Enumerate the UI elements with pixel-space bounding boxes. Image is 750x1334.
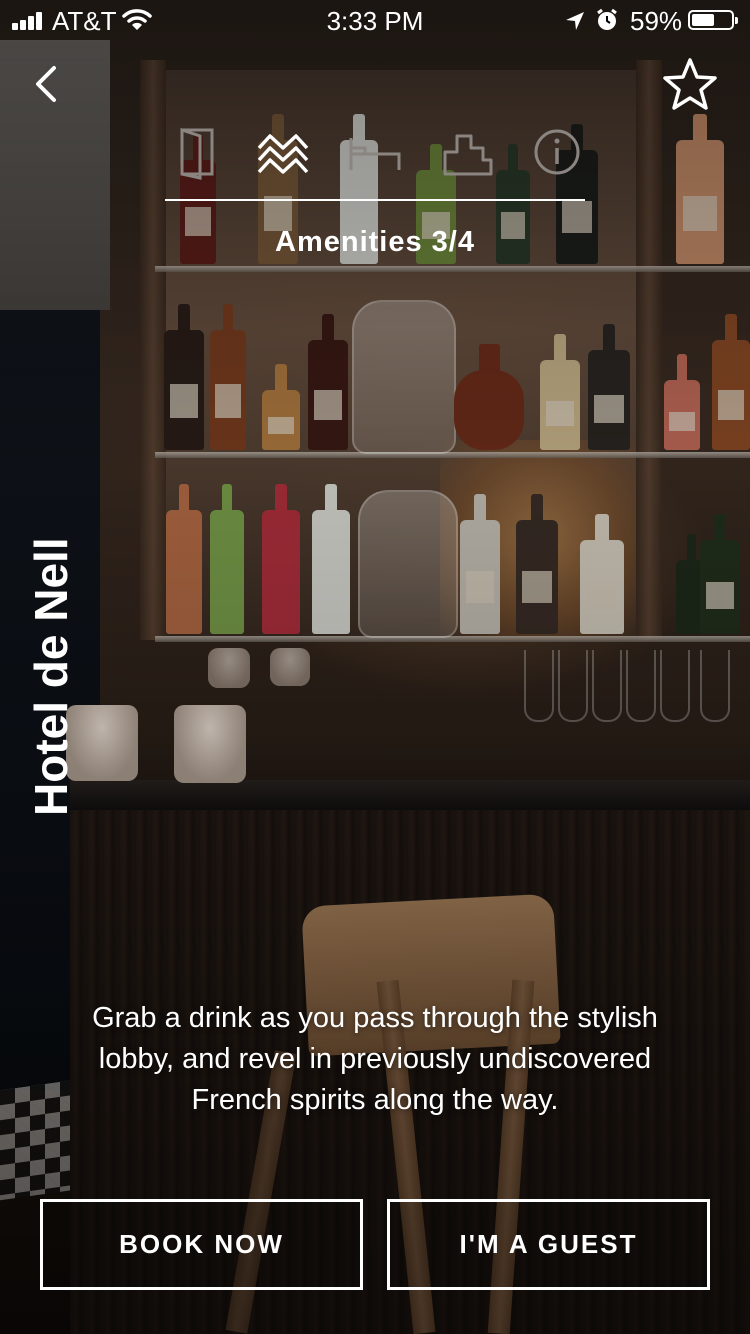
hotel-name: Hotel de Nell bbox=[24, 537, 78, 816]
battery-percent: 59% bbox=[630, 6, 682, 37]
favorite-button[interactable] bbox=[660, 56, 720, 114]
bed-icon bbox=[345, 124, 405, 180]
chevron-left-icon bbox=[28, 62, 68, 106]
location-arrow-icon bbox=[564, 10, 586, 32]
book-now-button[interactable]: BOOK NOW bbox=[40, 1199, 363, 1290]
tab-bed[interactable] bbox=[343, 124, 407, 184]
tab-info[interactable] bbox=[525, 124, 589, 184]
door-icon bbox=[174, 124, 220, 180]
amenity-description: Grab a drink as you pass through the sty… bbox=[90, 998, 660, 1121]
info-icon bbox=[529, 124, 585, 180]
city-icon bbox=[439, 124, 495, 180]
tab-underline bbox=[165, 199, 585, 201]
hotel-amenities-screen: AT&T 3:33 PM 59% bbox=[0, 0, 750, 1334]
tab-neighborhood[interactable] bbox=[435, 124, 499, 184]
section-counter: 3/4 bbox=[432, 226, 475, 258]
section-label: Amenities bbox=[275, 226, 423, 258]
back-button[interactable] bbox=[28, 62, 68, 106]
alarm-icon bbox=[595, 8, 619, 32]
status-bar: AT&T 3:33 PM 59% bbox=[0, 0, 750, 40]
waves-icon bbox=[255, 124, 311, 180]
tab-rooms[interactable] bbox=[165, 124, 229, 184]
star-outline-icon bbox=[660, 56, 720, 114]
category-tabs bbox=[165, 124, 585, 184]
battery-icon bbox=[688, 10, 734, 30]
im-a-guest-button[interactable]: I'M A GUEST bbox=[387, 1199, 710, 1290]
section-title: Amenities 3/4 bbox=[165, 226, 585, 259]
tab-amenities[interactable] bbox=[251, 124, 315, 184]
